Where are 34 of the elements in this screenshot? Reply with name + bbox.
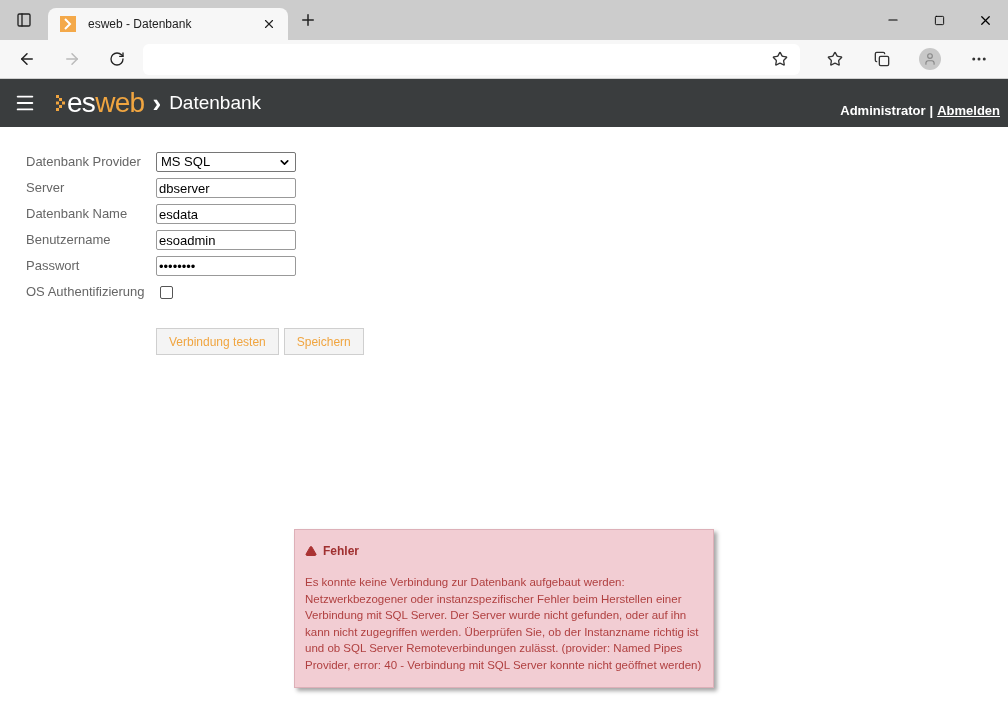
error-message: Es konnte keine Verbindung zur Datenbank aufgebaut werden: Netzwerkbezogener oder instanzspezifischer Fehler beim Herstellen einer Verbindung mit SQL Server. Der Server wurde nicht gefunden, oder auf ihn kann nicht zugegriffen werden. Überprüfen Sie, ob der Instanzname richtig ist und ob SQL Server Remoteverbindungen zulässt. (provider: Named Pipes Provider, error: 40 - Verbindung mit SQL Server konnte nicht geöffnet werden) xyxy=(305,575,703,673)
password-field[interactable]: •••••••• xyxy=(156,256,296,276)
input-field[interactable]: esoadmin xyxy=(156,230,296,250)
tab-actions-icon[interactable] xyxy=(16,12,32,28)
new-tab-icon[interactable] xyxy=(299,11,317,29)
input-field[interactable]: dbserver xyxy=(156,178,296,198)
user-name: Administrator xyxy=(840,101,926,120)
field-label: Server xyxy=(26,179,66,198)
add-favorite-icon[interactable] xyxy=(771,51,788,67)
logo-arrow-icon xyxy=(56,94,66,112)
favorites-icon[interactable] xyxy=(827,51,844,67)
field-label: OS Authentifizierung xyxy=(26,283,146,302)
warning-icon xyxy=(305,545,317,557)
logout-link[interactable]: Abmelden xyxy=(937,100,1000,120)
reload-icon[interactable] xyxy=(108,51,125,67)
divider-text: | xyxy=(929,101,934,120)
field-label: Benutzername xyxy=(26,231,112,250)
logo: esweb xyxy=(67,89,145,117)
browser-tab[interactable]: esweb - Datenbank xyxy=(48,8,288,40)
field-label: Datenbank Provider xyxy=(26,153,142,172)
field-label: Datenbank Name xyxy=(26,205,129,224)
profile-icon[interactable] xyxy=(918,48,941,70)
site-icon xyxy=(60,16,76,32)
close-icon[interactable] xyxy=(262,17,276,31)
field-label: Passwort xyxy=(26,257,81,276)
page-title: Datenbank xyxy=(169,90,262,115)
tab-title: esweb - Datenbank xyxy=(88,16,193,33)
maximize-icon[interactable] xyxy=(933,14,945,26)
collections-icon[interactable] xyxy=(874,51,891,67)
error-title: Fehler xyxy=(323,543,359,560)
provider-dropdown[interactable]: MS SQL xyxy=(156,152,296,172)
checkbox[interactable] xyxy=(160,285,173,299)
input-field[interactable]: esdata xyxy=(156,204,296,224)
breadcrumb-separator: › xyxy=(152,90,162,116)
